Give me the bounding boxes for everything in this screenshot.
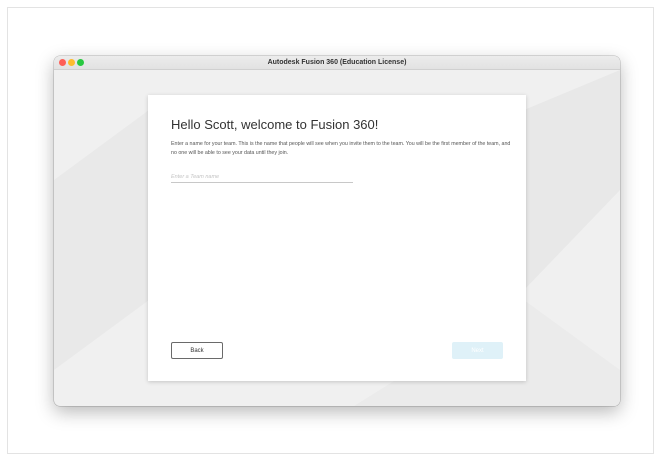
back-button[interactable]: Back [171,342,223,359]
title-bar: Autodesk Fusion 360 (Education License) [54,56,620,70]
welcome-description: Enter a name for your team. This is the … [171,141,511,156]
welcome-card: Hello Scott, welcome to Fusion 360! Ente… [148,95,526,381]
team-name-input[interactable] [171,171,353,183]
next-button[interactable]: Next [452,342,503,359]
window-title: Autodesk Fusion 360 (Education License) [267,59,407,66]
welcome-heading: Hello Scott, welcome to Fusion 360! [171,117,379,132]
